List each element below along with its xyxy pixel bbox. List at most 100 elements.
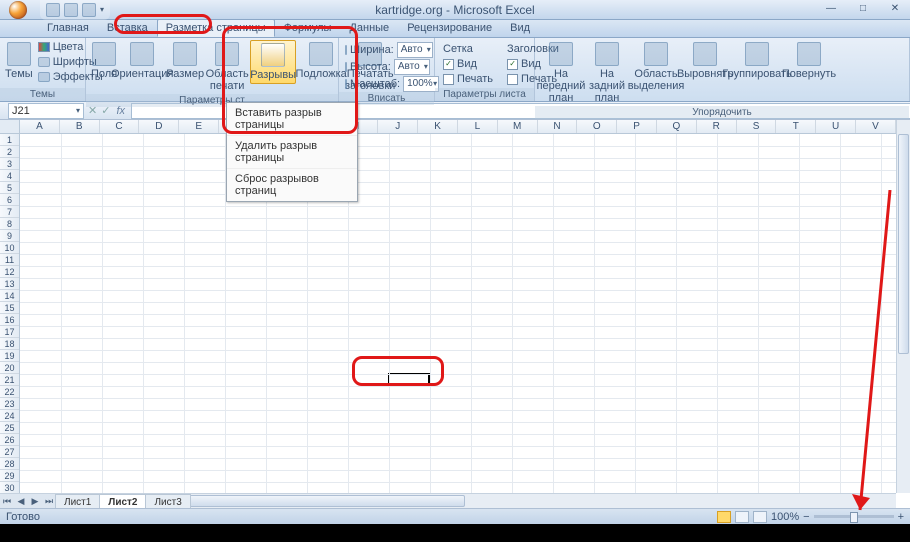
tab-5[interactable]: Рецензирование — [398, 19, 501, 37]
qat-dropdown-icon[interactable]: ▾ — [100, 5, 104, 14]
row-header-5[interactable]: 5 — [0, 182, 19, 194]
height-select[interactable]: Авто — [394, 59, 430, 75]
tab-3[interactable]: Формулы — [275, 19, 341, 37]
redo-icon[interactable] — [82, 3, 96, 17]
zoom-in-button[interactable]: + — [898, 511, 904, 523]
col-header-J[interactable]: J — [378, 120, 418, 133]
col-header-O[interactable]: O — [577, 120, 617, 133]
col-header-A[interactable]: A — [20, 120, 60, 133]
row-header-29[interactable]: 29 — [0, 470, 19, 482]
zoom-out-button[interactable]: − — [803, 511, 809, 523]
row-header-16[interactable]: 16 — [0, 314, 19, 326]
background-button[interactable]: Подложка — [298, 40, 344, 82]
size-button[interactable]: Размер — [166, 40, 204, 82]
row-header-13[interactable]: 13 — [0, 278, 19, 290]
name-box[interactable]: J21▾ — [8, 103, 84, 119]
row-header-1[interactable]: 1 — [0, 134, 19, 146]
row-header-9[interactable]: 9 — [0, 230, 19, 242]
breaks-menu-item-0[interactable]: Вставить разрыв страницы — [227, 103, 357, 136]
row-header-19[interactable]: 19 — [0, 350, 19, 362]
sheet-nav-next[interactable]: ▶ — [28, 496, 42, 507]
gridlines-view-checkbox[interactable]: ✓Вид — [441, 57, 495, 71]
col-header-P[interactable]: P — [617, 120, 657, 133]
sheet-nav-prev[interactable]: ◀ — [14, 496, 28, 507]
sheet-nav-last[interactable]: ⏭ — [42, 496, 56, 507]
col-header-R[interactable]: R — [697, 120, 737, 133]
sheet-tab-1[interactable]: Лист2 — [99, 494, 146, 509]
office-button[interactable] — [0, 0, 36, 20]
breaks-menu-item-1[interactable]: Удалить разрыв страницы — [227, 136, 357, 169]
select-all-button[interactable] — [0, 120, 20, 134]
normal-view-button[interactable] — [717, 511, 731, 523]
scrollbar-thumb[interactable] — [898, 134, 909, 354]
tab-2[interactable]: Разметка страницы — [157, 19, 275, 37]
breaks-button[interactable]: Разрывы — [250, 40, 296, 84]
row-header-22[interactable]: 22 — [0, 386, 19, 398]
sheet-tab-2[interactable]: Лист3 — [145, 494, 190, 509]
row-header-23[interactable]: 23 — [0, 398, 19, 410]
row-header-14[interactable]: 14 — [0, 290, 19, 302]
row-header-2[interactable]: 2 — [0, 146, 19, 158]
row-header-3[interactable]: 3 — [0, 158, 19, 170]
row-header-8[interactable]: 8 — [0, 218, 19, 230]
col-header-D[interactable]: D — [139, 120, 179, 133]
row-header-25[interactable]: 25 — [0, 422, 19, 434]
row-header-26[interactable]: 26 — [0, 434, 19, 446]
col-header-C[interactable]: C — [100, 120, 140, 133]
themes-button[interactable]: Темы — [4, 40, 34, 82]
col-header-N[interactable]: N — [538, 120, 578, 133]
vertical-scrollbar[interactable] — [896, 120, 910, 493]
save-icon[interactable] — [46, 3, 60, 17]
col-header-B[interactable]: B — [60, 120, 100, 133]
orientation-button[interactable]: Ориентация — [120, 40, 164, 82]
scale-input[interactable]: 100% — [403, 76, 439, 92]
col-header-L[interactable]: L — [458, 120, 498, 133]
tab-0[interactable]: Главная — [38, 19, 98, 37]
page-break-view-button[interactable] — [753, 511, 767, 523]
row-header-4[interactable]: 4 — [0, 170, 19, 182]
row-headers[interactable]: 1234567891011121314151617181920212223242… — [0, 134, 20, 493]
row-header-10[interactable]: 10 — [0, 242, 19, 254]
sheet-nav-first[interactable]: ⏮ — [0, 496, 14, 507]
col-header-U[interactable]: U — [816, 120, 856, 133]
undo-icon[interactable] — [64, 3, 78, 17]
row-header-17[interactable]: 17 — [0, 326, 19, 338]
horizontal-scrollbar[interactable] — [184, 493, 896, 508]
row-header-28[interactable]: 28 — [0, 458, 19, 470]
col-header-E[interactable]: E — [179, 120, 219, 133]
col-header-Q[interactable]: Q — [657, 120, 697, 133]
col-header-S[interactable]: S — [737, 120, 777, 133]
row-header-24[interactable]: 24 — [0, 410, 19, 422]
zoom-slider[interactable] — [814, 515, 894, 518]
sheet-tab-0[interactable]: Лист1 — [55, 494, 100, 509]
row-header-15[interactable]: 15 — [0, 302, 19, 314]
row-header-12[interactable]: 12 — [0, 266, 19, 278]
sheet-tabs: ⏮◀▶⏭ Лист1Лист2Лист3 — [0, 493, 184, 508]
gridlines-print-checkbox[interactable]: Печать — [441, 72, 495, 86]
maximize-button[interactable]: □ — [850, 1, 876, 15]
row-header-6[interactable]: 6 — [0, 194, 19, 206]
row-header-21[interactable]: 21 — [0, 374, 19, 386]
close-button[interactable]: ✕ — [882, 1, 908, 15]
width-select[interactable]: Авто — [397, 42, 433, 58]
col-header-M[interactable]: M — [498, 120, 538, 133]
print-area-button[interactable]: Область печати — [206, 40, 248, 94]
row-header-11[interactable]: 11 — [0, 254, 19, 266]
breaks-menu-item-2[interactable]: Сброс разрывов страниц — [227, 169, 357, 201]
tab-1[interactable]: Вставка — [98, 19, 157, 37]
col-header-K[interactable]: K — [418, 120, 458, 133]
scrollbar-thumb[interactable] — [185, 495, 465, 507]
zoom-level[interactable]: 100% — [771, 511, 799, 523]
row-header-7[interactable]: 7 — [0, 206, 19, 218]
page-layout-view-button[interactable] — [735, 511, 749, 523]
tab-4[interactable]: Данные — [340, 19, 398, 37]
row-header-27[interactable]: 27 — [0, 446, 19, 458]
column-headers[interactable]: ABCDEFGHIJKLMNOPQRSTUV — [20, 120, 896, 134]
col-header-T[interactable]: T — [776, 120, 816, 133]
cell-grid[interactable] — [20, 134, 896, 493]
col-header-V[interactable]: V — [856, 120, 896, 133]
minimize-button[interactable]: — — [818, 1, 844, 15]
row-header-18[interactable]: 18 — [0, 338, 19, 350]
tab-6[interactable]: Вид — [501, 19, 539, 37]
row-header-20[interactable]: 20 — [0, 362, 19, 374]
